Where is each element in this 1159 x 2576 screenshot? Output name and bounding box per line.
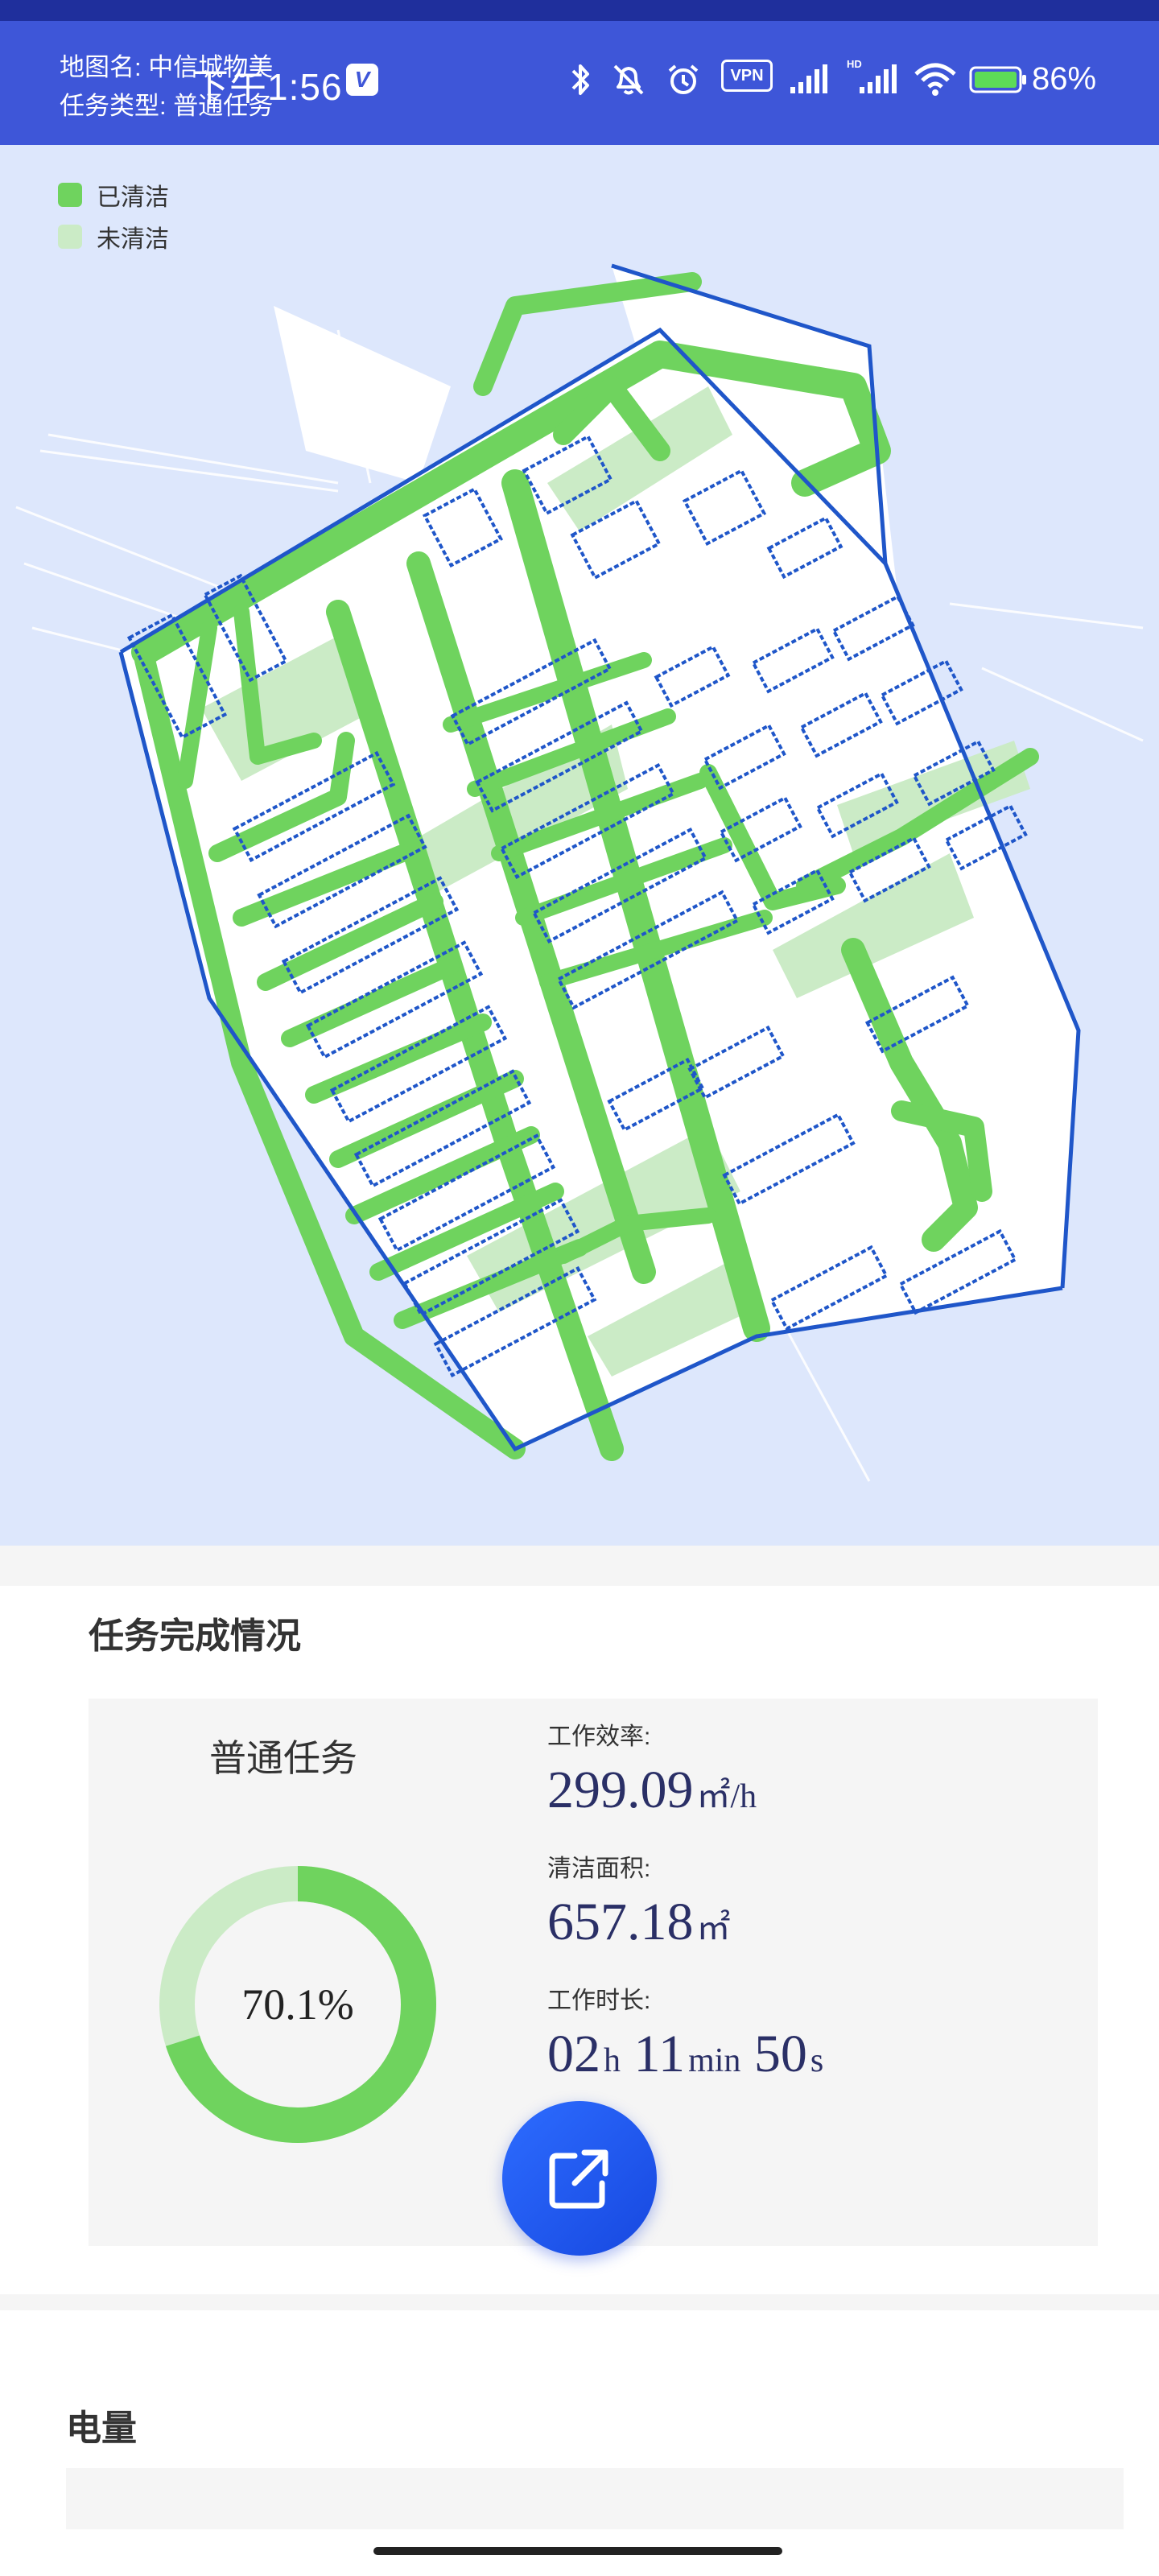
wifi-icon	[914, 63, 956, 96]
top-strip	[0, 0, 1159, 21]
task-name: 普通任务	[209, 1737, 357, 1779]
stat-area-label: 清洁面积:	[547, 1856, 651, 1882]
legend-item-cleaned: 已清洁	[58, 174, 169, 216]
task-completion-section: 任务完成情况 普通任务 70.1% 工作效率: 299.09㎡/h 清洁面积: …	[0, 1586, 1159, 2294]
alarm-icon	[668, 64, 699, 94]
legend-item-uncleaned: 未清洁	[58, 216, 169, 258]
signal-icon	[790, 64, 827, 93]
screen: 地图名: 中信城物美 任务类型: 普通任务 下午1:56 V VPN HD 86…	[0, 0, 1159, 2576]
battery-chart-area	[66, 2468, 1124, 2529]
share-icon	[549, 2149, 608, 2209]
section-title: 任务完成情况	[89, 1616, 301, 1656]
legend-label-uncleaned: 未清洁	[97, 226, 169, 253]
duration-seconds: 50	[740, 2025, 807, 2083]
svg-text:HD: HD	[847, 58, 862, 70]
duration-minutes-unit: min	[688, 2042, 741, 2079]
home-indicator[interactable]	[373, 2547, 782, 2555]
duration-seconds-unit: s	[810, 2042, 824, 2079]
vpn-icon: VPN	[721, 60, 773, 92]
stat-area-unit: ㎡	[696, 1910, 731, 1947]
legend-swatch-uncleaned	[58, 225, 82, 249]
stat-duration-label: 工作时长:	[547, 1988, 651, 2014]
map-legend: 已清洁 未清洁	[58, 174, 169, 258]
completion-percent: 70.1%	[241, 1980, 354, 2029]
stat-area-value: 657.18㎡	[547, 1892, 731, 1953]
bluetooth-icon	[571, 64, 589, 95]
mute-bell-icon	[613, 64, 644, 95]
duration-hours-unit: h	[604, 2042, 621, 2079]
battery-icon	[969, 66, 1026, 93]
legend-swatch-cleaned	[58, 183, 82, 207]
status-time: 下午1:56	[192, 66, 343, 108]
vpn-app-badge-icon: V	[346, 64, 378, 96]
battery-percent: 86%	[1032, 61, 1097, 97]
share-button[interactable]	[502, 2101, 657, 2256]
legend-label-cleaned: 已清洁	[97, 184, 169, 211]
stat-area-number: 657.18	[547, 1893, 694, 1951]
stat-duration: 工作时长: 02h 11min 50s	[547, 1980, 823, 2085]
cleaning-map[interactable]: 已清洁 未清洁	[0, 145, 1159, 1546]
stat-efficiency-unit: ㎡/h	[696, 1778, 757, 1815]
stat-efficiency-number: 299.09	[547, 1761, 694, 1819]
battery-section: 电量	[0, 2310, 1159, 2576]
map-canvas[interactable]	[0, 145, 1159, 1546]
stat-area: 清洁面积: 657.18㎡	[547, 1848, 731, 1953]
stat-efficiency: 工作效率: 299.09㎡/h	[547, 1716, 757, 1821]
task-card: 普通任务 70.1% 工作效率: 299.09㎡/h 清洁面积: 657.18㎡…	[89, 1699, 1098, 2256]
stat-duration-value: 02h 11min 50s	[547, 2024, 823, 2085]
battery-section-title: 电量	[66, 2409, 137, 2448]
stat-efficiency-label: 工作效率:	[547, 1724, 651, 1750]
map-info-header: 地图名: 中信城物美 任务类型: 普通任务 下午1:56 V VPN HD 86…	[0, 21, 1159, 145]
stat-efficiency-value: 299.09㎡/h	[547, 1760, 757, 1821]
duration-minutes: 11	[621, 2025, 686, 2083]
duration-hours: 02	[547, 2025, 600, 2083]
hd-signal-icon: HD	[847, 58, 897, 93]
